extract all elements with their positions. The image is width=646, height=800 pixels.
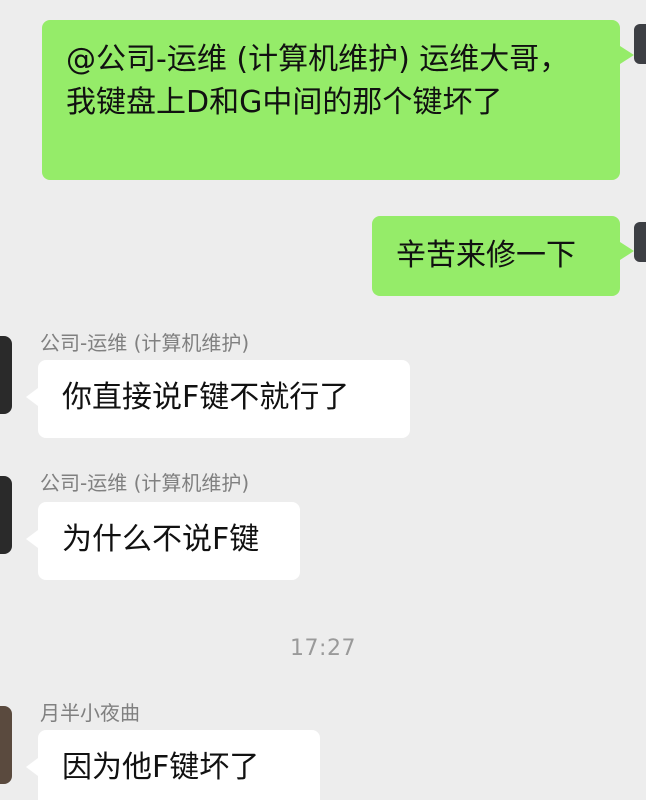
my-avatar[interactable] xyxy=(634,24,646,64)
incoming-message-bubble[interactable]: 因为他F键坏了 xyxy=(26,730,320,800)
sender-name: 公司-运维 (计算机维护) xyxy=(40,331,250,355)
incoming-message-bubble[interactable]: 你直接说F键不就行了 xyxy=(26,360,410,438)
message-timestamp: 17:27 xyxy=(290,636,356,661)
message-text: 你直接说F键不就行了 xyxy=(62,380,350,415)
message-text: 因为他F键坏了 xyxy=(62,750,260,785)
sender-name: 月半小夜曲 xyxy=(40,701,140,725)
message-text: 为什么不说F键 xyxy=(62,522,260,557)
sender-avatar[interactable] xyxy=(0,476,12,554)
outgoing-message-bubble[interactable]: 辛苦来修一下 xyxy=(372,216,634,296)
sender-avatar[interactable] xyxy=(0,706,12,784)
sender-avatar[interactable] xyxy=(0,336,12,414)
chat-view: @公司-运维 (计算机维护) 运维大哥，我键盘上D和G中间的那个键坏了 辛苦来修… xyxy=(0,0,646,800)
message-text: @公司-运维 (计算机维护) 运维大哥，我键盘上D和G中间的那个键坏了 xyxy=(66,42,570,120)
outgoing-message-bubble[interactable]: @公司-运维 (计算机维护) 运维大哥，我键盘上D和G中间的那个键坏了 xyxy=(42,20,634,180)
message-text: 辛苦来修一下 xyxy=(396,238,576,273)
sender-name: 公司-运维 (计算机维护) xyxy=(40,471,250,495)
my-avatar[interactable] xyxy=(634,222,646,262)
incoming-message-bubble[interactable]: 为什么不说F键 xyxy=(26,502,300,580)
